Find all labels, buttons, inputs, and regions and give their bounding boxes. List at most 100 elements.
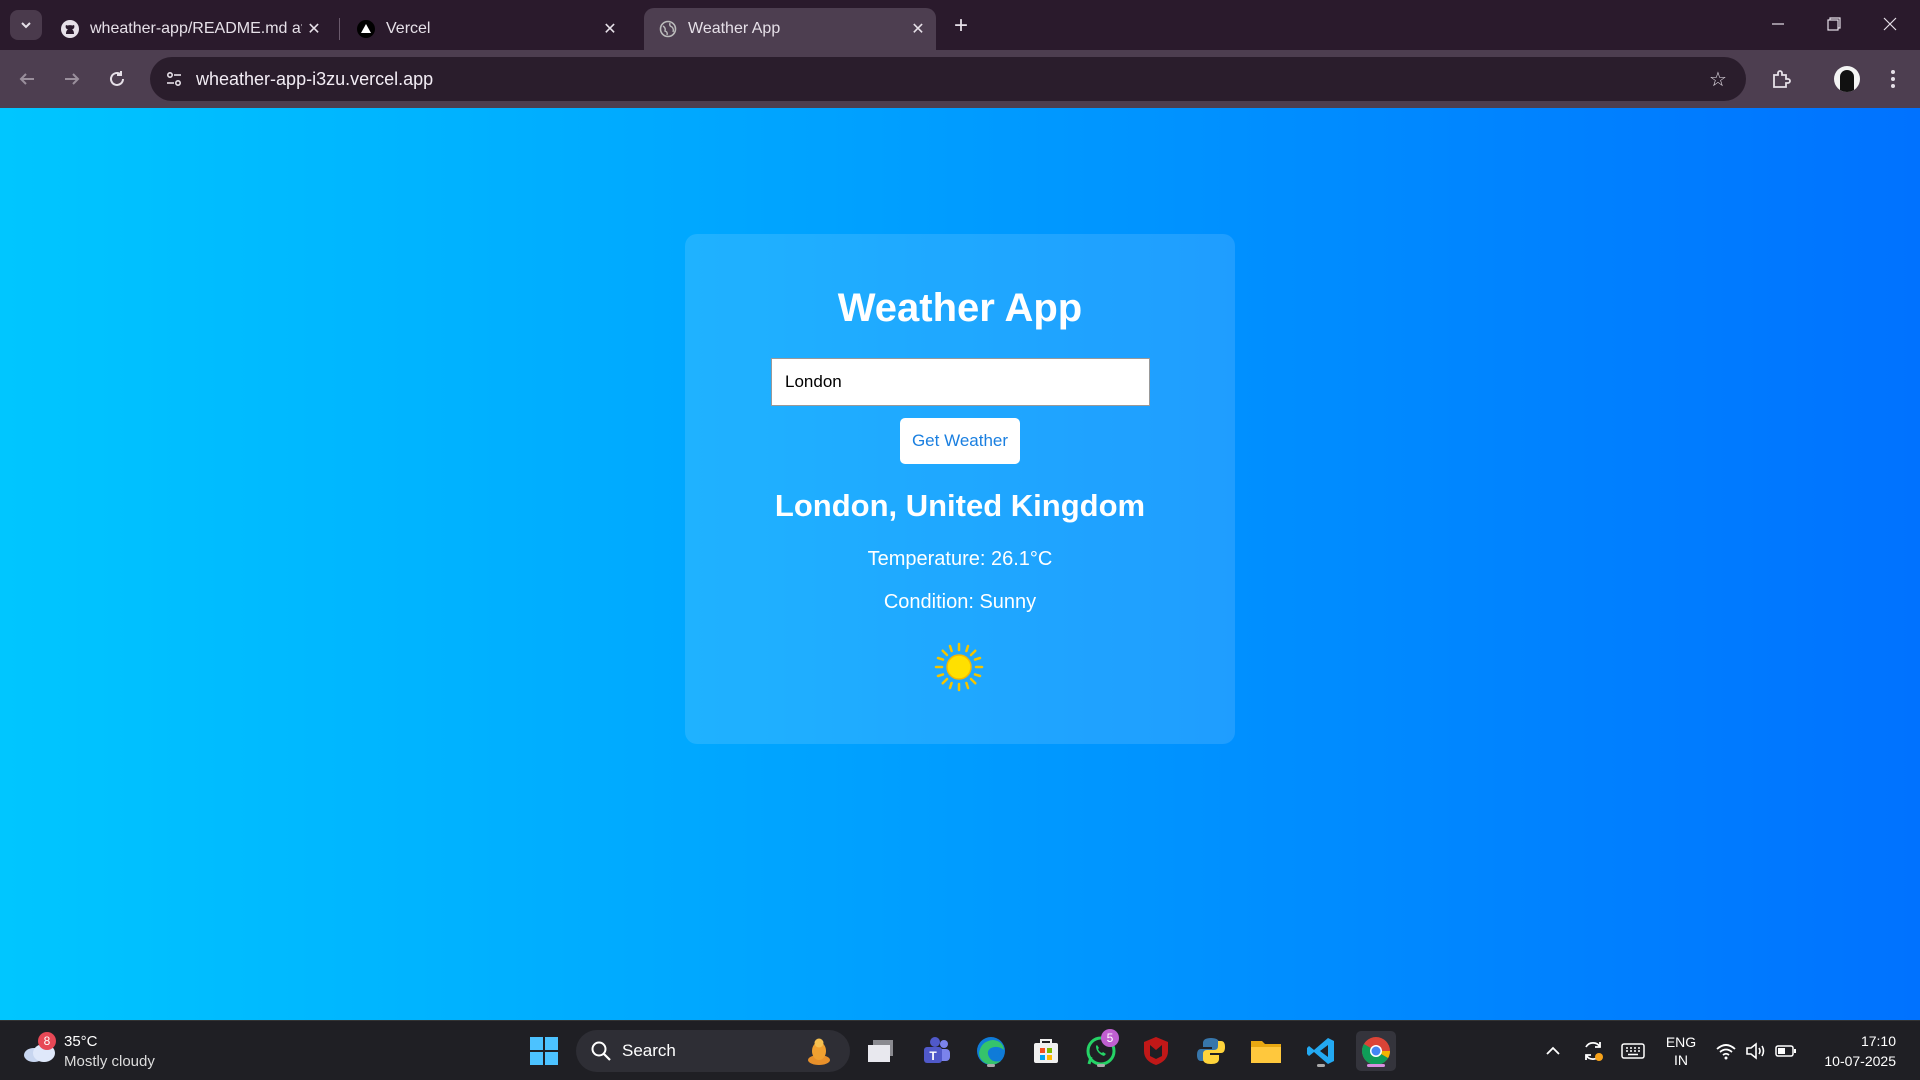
sync-icon (1585, 1041, 1603, 1061)
globe-icon (658, 19, 678, 39)
condition-text: Condition: Sunny (883, 591, 1037, 613)
language-code: ENG (1665, 1034, 1697, 1050)
weather-card: Weather App Get Weather London, United K… (685, 234, 1235, 744)
new-tab-button[interactable]: + (947, 12, 975, 40)
back-button[interactable] (10, 62, 44, 96)
browser-menu-button[interactable] (1876, 62, 1910, 96)
vscode-button[interactable] (1301, 1031, 1341, 1071)
address-bar[interactable]: wheather-app-i3zu.vercel.app ☆ (150, 57, 1746, 101)
edge-button[interactable] (971, 1031, 1011, 1071)
wifi-icon (1716, 1044, 1736, 1060)
teams-icon: T (924, 1037, 950, 1063)
get-weather-button[interactable]: Get Weather (900, 418, 1020, 464)
edge-icon (977, 1037, 1005, 1065)
url-text: wheather-app-i3zu.vercel.app (196, 69, 434, 89)
mcafee-shield-icon (1144, 1037, 1168, 1065)
tab-title: wheather-app/README.md at m (90, 20, 302, 37)
python-button[interactable] (1191, 1031, 1231, 1071)
search-label: Search (622, 1041, 676, 1060)
search-icon (591, 1041, 611, 1061)
whatsapp-button[interactable]: 5 (1081, 1029, 1121, 1071)
windows-icon (530, 1037, 558, 1065)
minimize-button[interactable] (1750, 0, 1806, 48)
close-icon (1883, 17, 1897, 31)
restore-icon (1827, 17, 1841, 31)
running-indicator (1097, 1064, 1105, 1067)
reload-icon (110, 71, 124, 86)
tab-title: Vercel (386, 20, 431, 37)
close-tab-icon[interactable]: ✕ (598, 17, 622, 41)
tab-strip: wheather-app/README.md at m ✕ Vercel ✕ W… (0, 0, 1920, 50)
temperature-text: Temperature: 26.1°C (867, 548, 1053, 570)
taskbar-search[interactable]: Search (576, 1030, 850, 1072)
restore-button[interactable] (1806, 0, 1862, 48)
bookmark-star-icon[interactable]: ☆ (1704, 65, 1732, 93)
quick-settings-button[interactable] (1714, 1021, 1798, 1080)
battery-icon (1775, 1045, 1796, 1057)
chrome-button[interactable] (1356, 1031, 1396, 1071)
tab-vercel[interactable]: Vercel ✕ (346, 8, 628, 50)
chevron-up-icon (1546, 1046, 1560, 1055)
start-button[interactable] (524, 1031, 564, 1071)
minimize-icon (1772, 23, 1784, 25)
notification-badge: 8 (38, 1032, 56, 1050)
github-icon (60, 19, 80, 39)
store-button[interactable] (1026, 1031, 1066, 1071)
chrome-icon (1362, 1037, 1390, 1065)
running-indicator (1317, 1064, 1325, 1067)
reload-button[interactable] (100, 62, 134, 96)
notification-badge: 5 (1101, 1029, 1119, 1047)
vercel-icon (356, 19, 376, 39)
puzzle-icon (1773, 70, 1791, 88)
task-view-button[interactable] (861, 1031, 901, 1071)
show-hidden-icons-button[interactable] (1540, 1021, 1566, 1080)
clock[interactable]: 17:10 10-07-2025 (1806, 1021, 1896, 1080)
weather-desc: Mostly cloudy (64, 1053, 155, 1070)
tab-title: Weather App (688, 20, 781, 37)
folder-icon (1251, 1041, 1281, 1063)
keyboard-icon (1621, 1043, 1645, 1059)
keyboard-tray-button[interactable] (1618, 1021, 1648, 1080)
clock-time: 17:10 (1860, 1033, 1896, 1049)
weather-temp: 35°C (64, 1033, 98, 1050)
close-tab-icon[interactable]: ✕ (302, 17, 326, 41)
tab-separator (339, 18, 340, 40)
chevron-down-icon (21, 22, 31, 29)
volume-icon (1746, 1042, 1765, 1060)
city-input[interactable] (771, 358, 1150, 406)
tab-weather-app[interactable]: Weather App ✕ (644, 8, 936, 50)
file-explorer-button[interactable] (1246, 1031, 1286, 1071)
arrow-right-icon (65, 73, 80, 85)
svg-text:T: T (929, 1049, 937, 1063)
arrow-left-icon (19, 73, 34, 85)
location-heading: London, United Kingdom (774, 488, 1146, 523)
task-view-icon (868, 1040, 893, 1062)
mcafee-button[interactable] (1136, 1031, 1176, 1071)
more-vert-icon (1891, 70, 1895, 88)
weather-widget[interactable]: 8 35°C Mostly cloudy (20, 1029, 170, 1073)
region-code: IN (1674, 1052, 1688, 1068)
profile-button[interactable] (1830, 62, 1864, 96)
store-icon (1034, 1039, 1058, 1063)
page-title: Weather App (837, 286, 1083, 330)
tab-search-button[interactable] (10, 10, 42, 40)
buddha-icon (808, 1038, 830, 1065)
browser-toolbar: wheather-app-i3zu.vercel.app ☆ (0, 50, 1920, 108)
avatar (1834, 66, 1860, 92)
extensions-button[interactable] (1764, 62, 1798, 96)
close-tab-icon[interactable]: ✕ (906, 17, 930, 41)
page-background: Weather App Get Weather London, United K… (0, 108, 1920, 1020)
sun-icon (934, 642, 984, 692)
taskbar: 8 35°C Mostly cloudy Search T 5 ENG IN 1… (0, 1020, 1920, 1080)
forward-button[interactable] (55, 62, 89, 96)
sync-tray-button[interactable] (1578, 1021, 1608, 1080)
close-window-button[interactable] (1862, 0, 1918, 48)
clock-date: 10-07-2025 (1824, 1053, 1896, 1069)
teams-button[interactable]: T (916, 1031, 956, 1071)
language-indicator[interactable]: ENG IN (1656, 1021, 1706, 1080)
site-settings-icon[interactable] (160, 65, 188, 93)
vscode-icon (1307, 1038, 1334, 1064)
tab-github-readme[interactable]: wheather-app/README.md at m ✕ (50, 8, 332, 50)
active-indicator (1367, 1064, 1385, 1067)
running-indicator (987, 1064, 995, 1067)
